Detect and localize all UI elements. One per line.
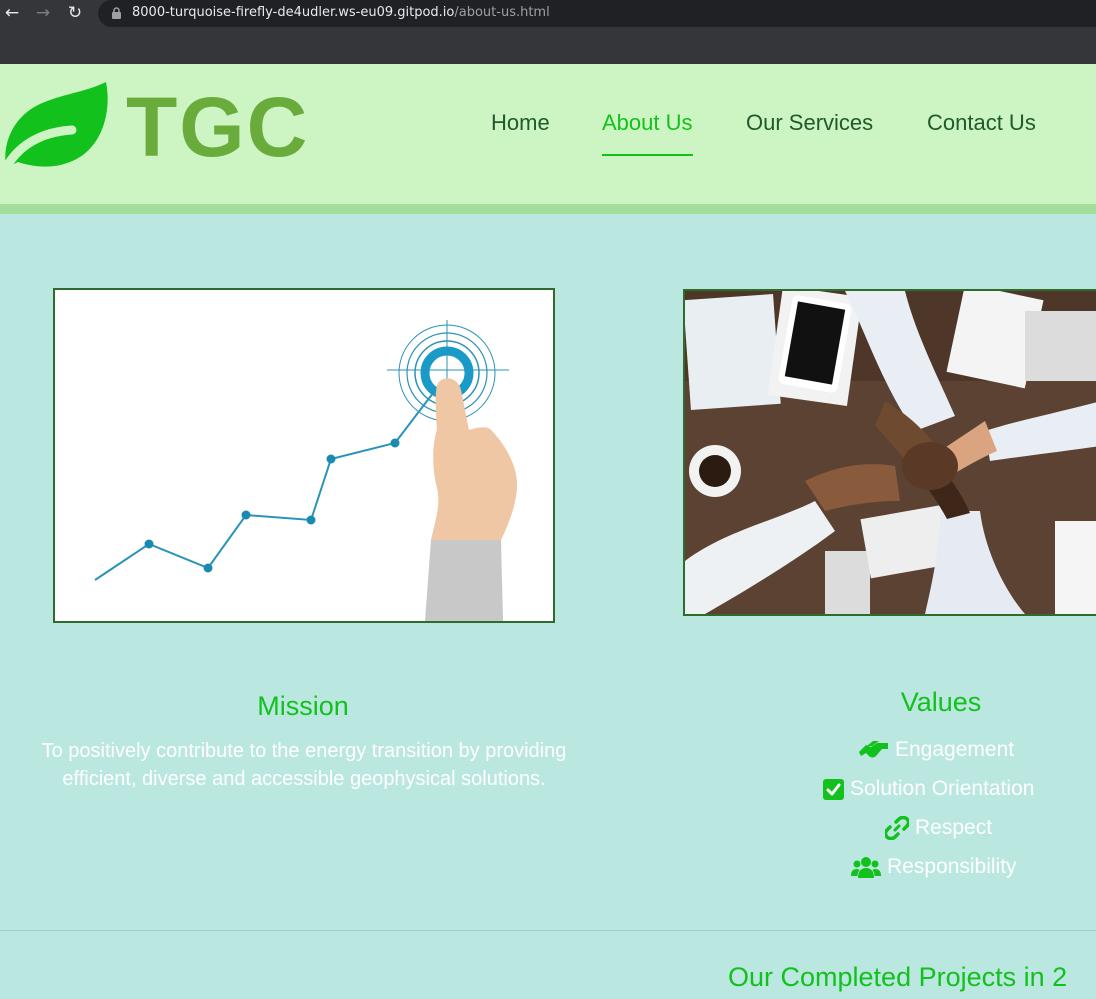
handshake-icon bbox=[859, 741, 888, 758]
check-square-icon bbox=[823, 778, 844, 800]
link-icon bbox=[885, 816, 909, 840]
value-respect-label: Respect bbox=[915, 816, 993, 839]
address-url[interactable]: 8000-turquoise-firefly-de4udler.ws-eu09.… bbox=[132, 5, 550, 20]
nav-home[interactable]: Home bbox=[491, 110, 550, 136]
reload-icon[interactable]: ↻ bbox=[64, 2, 86, 24]
mission-title: Mission bbox=[257, 691, 349, 721]
site-header: TGC Home About Us Our Services Contact U… bbox=[0, 64, 1096, 214]
url-path: /about-us.html bbox=[454, 5, 550, 20]
lock-icon bbox=[112, 7, 121, 19]
value-engagement-label: Engagement bbox=[895, 738, 1015, 761]
nav-contact-us[interactable]: Contact Us bbox=[927, 110, 1036, 136]
url-host: 8000-turquoise-firefly-de4udler.ws-eu09.… bbox=[132, 5, 455, 20]
leaf-logo-icon[interactable] bbox=[0, 72, 112, 172]
browser-chrome: ← → ↻ 8000-turquoise-firefly-de4udler.ws… bbox=[0, 0, 1096, 64]
value-solution-orientation-label: Solution Orientation bbox=[850, 777, 1035, 800]
value-solution-orientation: Solution Orientation bbox=[823, 777, 1034, 801]
section-divider bbox=[0, 930, 1096, 931]
arrow-left-icon[interactable]: ← bbox=[1, 2, 23, 24]
value-engagement: Engagement bbox=[858, 738, 1014, 762]
teamwork-photo bbox=[683, 289, 1096, 616]
value-responsibility-label: Responsibility bbox=[887, 855, 1017, 878]
projects-title: Our Completed Projects in 2 bbox=[728, 962, 1068, 992]
value-responsibility: Responsibility bbox=[851, 855, 1017, 879]
mission-text: To positively contribute to the energy t… bbox=[41, 740, 567, 790]
value-respect: Respect bbox=[885, 816, 992, 840]
users-icon bbox=[851, 857, 881, 878]
arrow-right-icon[interactable]: → bbox=[32, 2, 54, 24]
nav-about-us[interactable]: About Us bbox=[602, 110, 693, 156]
nav-our-services[interactable]: Our Services bbox=[746, 110, 873, 136]
values-title: Values bbox=[900, 687, 982, 717]
growth-chart-image bbox=[53, 288, 555, 623]
logo-text[interactable]: TGC bbox=[126, 82, 309, 172]
